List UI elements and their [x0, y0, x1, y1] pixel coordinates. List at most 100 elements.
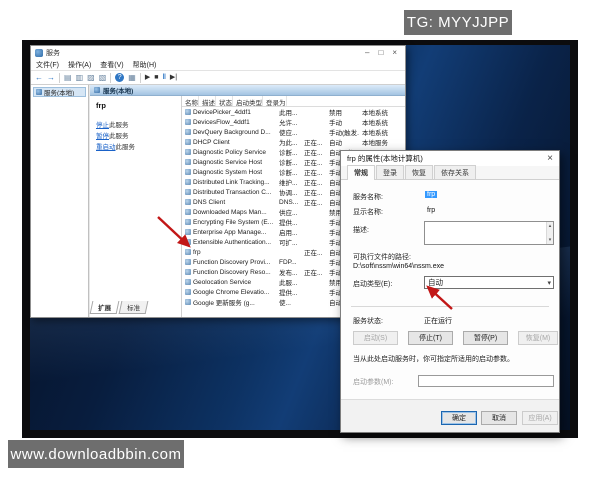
- service-gear-icon: [185, 189, 191, 195]
- close-icon[interactable]: ×: [392, 49, 397, 57]
- dialog-tab[interactable]: 依存关系: [434, 165, 476, 179]
- services-titlebar: 服务 – □ ×: [31, 46, 405, 60]
- toolbar-separator[interactable]: [59, 73, 60, 83]
- startup-params-input[interactable]: [418, 375, 554, 387]
- service-startup-cell: 禁用: [326, 107, 359, 117]
- service-name-label: 服务名称:: [353, 192, 383, 202]
- pause-button[interactable]: 暂停(P): [463, 331, 508, 345]
- stop-button[interactable]: 停止(T): [408, 331, 453, 345]
- table-row[interactable]: DHCP Client 为此... 正在... 自动 本地服务: [182, 137, 405, 147]
- service-logon-cell: 本地系统: [359, 127, 405, 137]
- forward-icon[interactable]: →: [47, 73, 55, 83]
- menu-item[interactable]: 查看(V): [100, 60, 123, 70]
- service-status-cell: 正在...: [301, 137, 326, 147]
- resume-button[interactable]: 恢复(M): [518, 331, 558, 345]
- scrollbar[interactable]: ▴▾: [546, 222, 553, 244]
- selected-service-name: frp: [96, 101, 181, 110]
- dialog-tab[interactable]: 恢复: [405, 165, 433, 179]
- table-row[interactable]: DevicesFlow_4ddf1 允许... 手动 本地系统: [182, 117, 405, 127]
- screenshot-stage: TG: MYYJJPP www.downloadbbin.com 服务 – □ …: [0, 0, 600, 480]
- service-action-link[interactable]: 停止此服务: [96, 120, 181, 131]
- service-name-cell: Google 更新服务 (g...: [193, 297, 255, 307]
- start-service-icon[interactable]: ▶: [145, 73, 150, 83]
- exe-path-value: D:\soft\nssm\win64\nssm.exe: [353, 263, 444, 270]
- startup-params-label: 启动参数(M):: [353, 377, 393, 387]
- menubar: 文件(F) 操作(A) 查看(V) 帮助(H): [31, 60, 405, 71]
- help-doc-icon[interactable]: ▧: [99, 73, 107, 83]
- service-name-cell: Diagnostic Policy Service: [193, 149, 266, 156]
- watermark-telegram: TG: MYYJJPP: [404, 10, 512, 35]
- toolbar-separator[interactable]: [110, 73, 111, 83]
- show-console-tree-icon[interactable]: ▤: [64, 73, 72, 83]
- service-action-link[interactable]: 暂停此服务: [96, 131, 181, 142]
- service-gear-icon: [185, 299, 191, 305]
- service-name-cell: Extensible Authentication...: [193, 239, 271, 246]
- start-button[interactable]: 启动(S): [353, 331, 398, 345]
- column-header[interactable]: 启动类型: [233, 96, 263, 106]
- service-name-cell: DevicePicker_4ddf1: [193, 109, 251, 116]
- service-desc-cell: FDP...: [276, 259, 301, 266]
- service-action-link[interactable]: 重启动此服务: [96, 142, 181, 153]
- services-app-icon: [35, 49, 43, 57]
- cancel-button[interactable]: 取消: [481, 411, 517, 425]
- general-tab-page: 服务名称: frp 显示名称: frp 描述: ▴▾ 可执行文件的路径: D:\…: [341, 180, 559, 399]
- dialog-close-icon[interactable]: ×: [547, 154, 553, 164]
- scroll-up-icon[interactable]: ▴: [549, 223, 552, 229]
- view-tab[interactable]: 扩展: [90, 301, 120, 314]
- view-tabs: 扩展标准: [91, 301, 147, 314]
- pause-service-icon[interactable]: ‖: [162, 73, 165, 83]
- apply-button[interactable]: 应用(A): [522, 411, 558, 425]
- service-status-label: 服务状态:: [353, 316, 383, 326]
- toolbar-separator[interactable]: [140, 73, 141, 83]
- dialog-tab[interactable]: 登录: [376, 165, 404, 179]
- column-header[interactable]: 名称: [182, 96, 199, 106]
- service-status-cell: 正在...: [301, 187, 326, 197]
- service-desc-cell: 提供...: [276, 217, 301, 227]
- service-name-value[interactable]: frp: [425, 191, 437, 198]
- view-tab[interactable]: 标准: [119, 301, 149, 314]
- stop-service-icon[interactable]: ■: [154, 73, 158, 83]
- export-list-icon[interactable]: ▨: [87, 73, 95, 83]
- column-header[interactable]: 登录为: [263, 96, 287, 106]
- service-status-value: 正在运行: [424, 316, 452, 326]
- service-desc-cell: 供应...: [276, 207, 301, 217]
- menu-item[interactable]: 帮助(H): [133, 60, 157, 70]
- service-name-cell: Geolocation Service: [193, 279, 251, 286]
- params-note: 当从此处启动服务时，你可指定所适用的启动参数。: [353, 354, 553, 364]
- tree-item-services-local[interactable]: 服务(本地): [33, 87, 86, 97]
- table-row[interactable]: DevicePicker_4ddf1 此用... 禁用 本地系统: [182, 107, 405, 117]
- back-icon[interactable]: ←: [35, 73, 43, 83]
- frp-properties-dialog: frp 的属性(本地计算机) × 常规登录恢复依存关系 服务名称: frp 显示…: [340, 150, 560, 433]
- description-label: 描述:: [353, 225, 369, 235]
- help-icon[interactable]: ?: [115, 73, 124, 82]
- service-desc-cell: 允许...: [276, 117, 301, 127]
- scroll-down-icon[interactable]: ▾: [549, 237, 552, 243]
- service-name-cell: Diagnostic System Host: [193, 169, 262, 176]
- service-gear-icon: [185, 229, 191, 235]
- ok-button[interactable]: 确定: [441, 411, 477, 425]
- maximize-icon[interactable]: □: [378, 49, 383, 57]
- service-name-cell: DHCP Client: [193, 139, 230, 146]
- restart-service-icon[interactable]: ▶|: [170, 73, 177, 83]
- service-name-cell: Enterprise App Manage...: [193, 229, 266, 236]
- column-header[interactable]: 状态: [216, 96, 233, 106]
- dialog-tab[interactable]: 常规: [347, 165, 375, 180]
- display-name-value[interactable]: frp: [427, 207, 435, 214]
- startup-type-select[interactable]: 自动 ▾: [424, 276, 554, 289]
- service-gear-icon: [185, 269, 191, 275]
- pane-header: 服务(本地): [90, 85, 405, 96]
- menu-item[interactable]: 文件(F): [36, 60, 59, 70]
- service-desc-cell: 启用...: [276, 227, 301, 237]
- service-name-cell: frp: [193, 249, 201, 256]
- description-textarea[interactable]: ▴▾: [424, 221, 554, 245]
- menu-item[interactable]: 操作(A): [68, 60, 91, 70]
- properties-icon[interactable]: ▦: [128, 73, 136, 83]
- column-header[interactable]: 描述: [199, 96, 216, 106]
- table-row[interactable]: DevQuery Background D... 使应... 手动(触发... …: [182, 127, 405, 137]
- console-window-icon[interactable]: ▥: [76, 73, 84, 83]
- service-name-cell: Encrypting File System (E...: [193, 219, 273, 226]
- service-name-cell: Distributed Transaction C...: [193, 189, 271, 196]
- service-name-cell: Google Chrome Elevatio...: [193, 289, 269, 296]
- service-logon-cell: 本地系统: [359, 107, 405, 117]
- minimize-icon[interactable]: –: [365, 49, 369, 57]
